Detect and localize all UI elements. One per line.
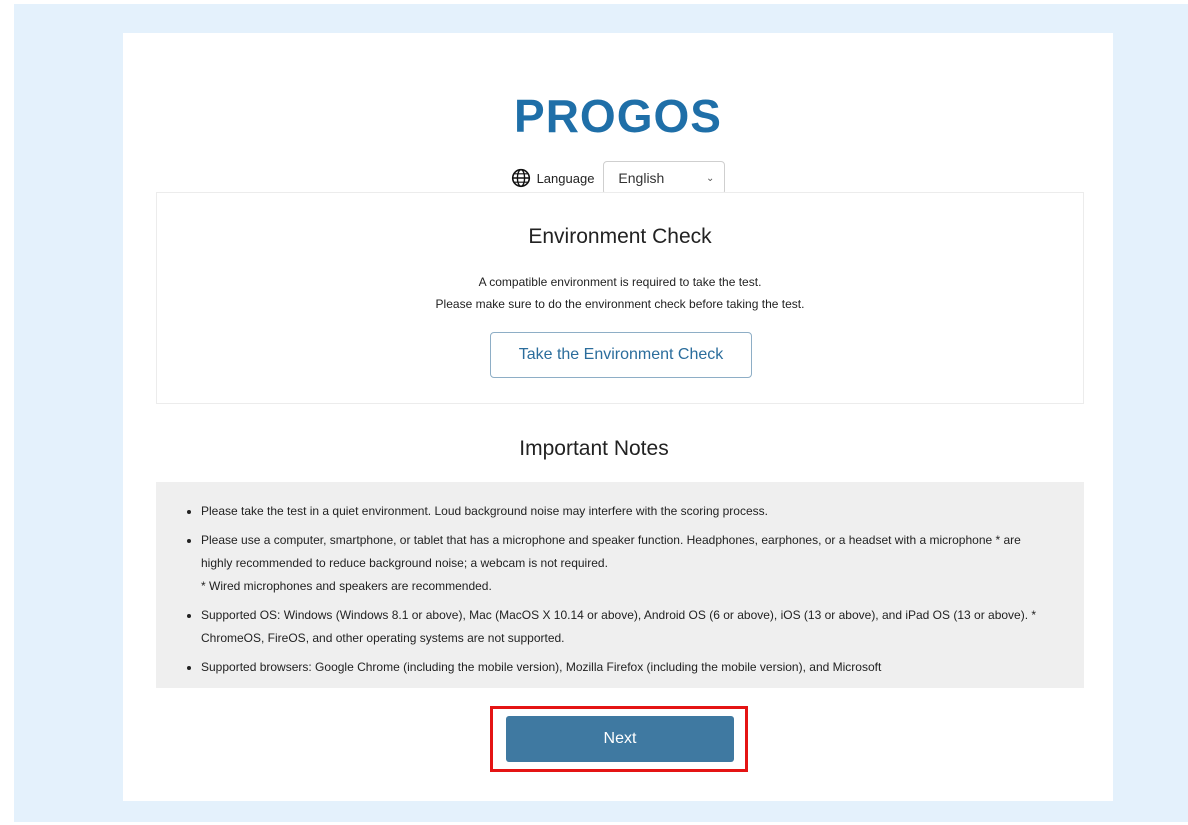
environment-check-description-1: A compatible environment is required to … [478, 275, 762, 289]
progos-logo: PROGOS [514, 90, 722, 142]
language-label: Language [536, 170, 595, 186]
next-button[interactable]: Next [506, 716, 734, 762]
language-dropdown[interactable]: English ⌄ [603, 161, 726, 195]
list-item: Supported OS: Windows (Windows 8.1 or ab… [201, 604, 1048, 650]
language-selected-value: English [618, 170, 665, 186]
environment-check-description-2: Please make sure to do the environment c… [435, 297, 805, 311]
note-text: Supported OS: Windows (Windows 8.1 or ab… [201, 608, 1037, 645]
chevron-down-icon: ⌄ [706, 172, 715, 184]
important-notes-title: Important Notes [519, 437, 669, 460]
list-item: Please use a computer, smartphone, or ta… [201, 529, 1048, 598]
take-environment-check-button[interactable]: Take the Environment Check [490, 332, 752, 378]
language-selector-row: Language English ⌄ [123, 161, 1113, 195]
list-item: Supported browsers: Google Chrome (inclu… [201, 656, 1048, 679]
globe-icon [511, 168, 531, 188]
note-text: Supported browsers: Google Chrome (inclu… [201, 660, 882, 674]
important-notes-list: Please take the test in a quiet environm… [156, 482, 1084, 679]
environment-check-panel: Environment Check A compatible environme… [156, 192, 1084, 404]
important-notes-panel[interactable]: Please take the test in a quiet environm… [156, 482, 1084, 688]
note-text: Please take the test in a quiet environm… [201, 504, 768, 518]
list-item: Please take the test in a quiet environm… [201, 500, 1048, 523]
note-text: Please use a computer, smartphone, or ta… [201, 533, 1021, 570]
note-subtext: * Wired microphones and speakers are rec… [201, 579, 492, 593]
environment-check-title: Environment Check [528, 225, 712, 248]
